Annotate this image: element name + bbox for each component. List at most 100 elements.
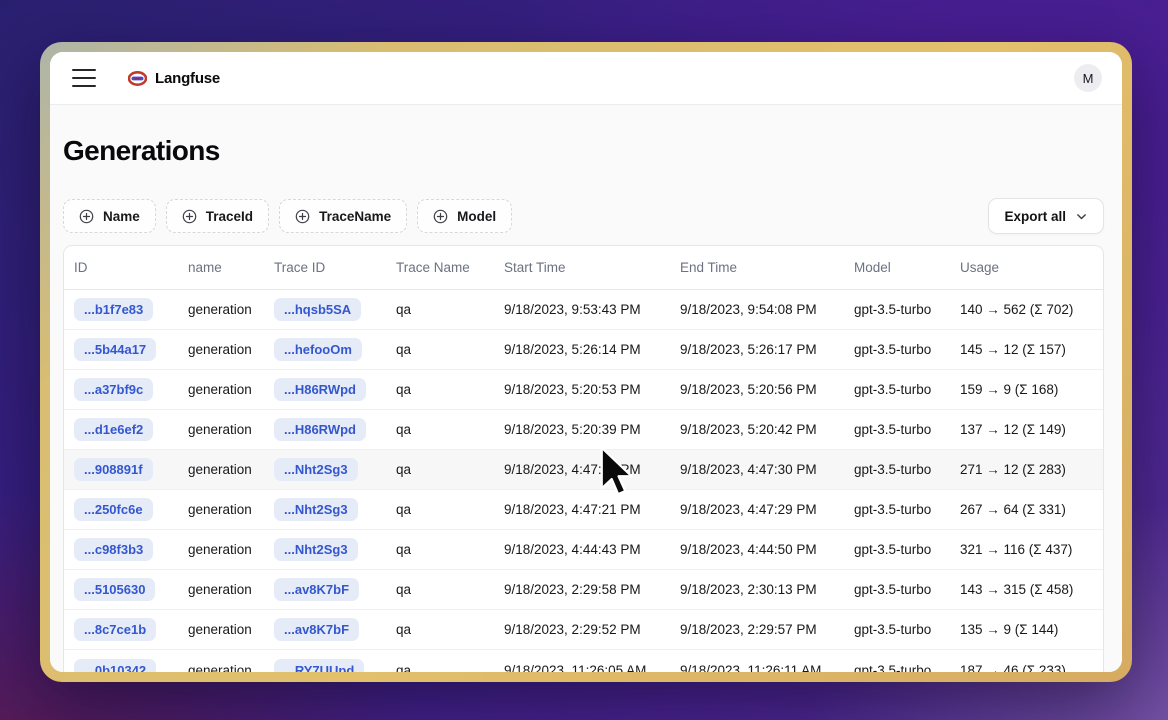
cell-model: gpt-3.5-turbo	[844, 382, 950, 397]
cell-start_time: 9/18/2023, 5:20:53 PM	[494, 382, 670, 397]
cell-trace_name: qa	[386, 582, 494, 597]
cell-start_time: 9/18/2023, 2:29:52 PM	[494, 622, 670, 637]
filter-chip-label: TraceName	[319, 209, 391, 224]
cell-name: generation	[178, 622, 264, 637]
cell-trace_name: qa	[386, 663, 494, 673]
id-badge[interactable]: ...8c7ce1b	[74, 618, 156, 641]
cell-model: gpt-3.5-turbo	[844, 342, 950, 357]
id-badge[interactable]: ...c98f3b3	[74, 538, 153, 561]
cell-start_time: 9/18/2023, 5:26:14 PM	[494, 342, 670, 357]
cell-name: generation	[178, 342, 264, 357]
id-badge[interactable]: ...b1f7e83	[74, 298, 153, 321]
id-badge[interactable]: ...5b44a17	[74, 338, 156, 361]
cell-usage: 145 → 12 (Σ 157)	[950, 342, 1103, 357]
export-all-button[interactable]: Export all	[988, 198, 1104, 234]
cell-name: generation	[178, 663, 264, 673]
trace-id-badge[interactable]: ...Nht2Sg3	[274, 458, 358, 481]
cell-start_time: 9/18/2023, 11:26:05 AM	[494, 663, 670, 673]
filter-chip[interactable]: Name	[63, 199, 156, 233]
cell-model: gpt-3.5-turbo	[844, 462, 950, 477]
cell-model: gpt-3.5-turbo	[844, 622, 950, 637]
trace-id-badge[interactable]: ...Nht2Sg3	[274, 498, 358, 521]
cell-id: ...a37bf9c	[64, 378, 178, 401]
id-badge[interactable]: ...0b10342	[74, 659, 156, 673]
trace-id-badge[interactable]: ...H86RWpd	[274, 378, 366, 401]
cell-usage: 187 → 46 (Σ 233)	[950, 663, 1103, 673]
column-header: Start Time	[494, 260, 670, 275]
column-header: Trace Name	[386, 260, 494, 275]
cell-id: ...250fc6e	[64, 498, 178, 521]
cell-model: gpt-3.5-turbo	[844, 582, 950, 597]
trace-id-badge[interactable]: ...hqsb5SA	[274, 298, 361, 321]
table-row[interactable]: ...5105630generation...av8K7bFqa9/18/202…	[64, 570, 1103, 610]
cell-name: generation	[178, 422, 264, 437]
trace-id-badge[interactable]: ...av8K7bF	[274, 618, 359, 641]
cell-usage: 159 → 9 (Σ 168)	[950, 382, 1103, 397]
trace-id-badge[interactable]: ...H86RWpd	[274, 418, 366, 441]
column-header: Model	[844, 260, 950, 275]
table-row[interactable]: ...a37bf9cgeneration...H86RWpdqa9/18/202…	[64, 370, 1103, 410]
table-row[interactable]: ...d1e6ef2 generation ...H86RWpd qa 9/18/202…	[64, 410, 1103, 450]
cell-start_time: 9/18/2023, 4:44:43 PM	[494, 542, 670, 557]
trace-id-badge[interactable]: ...Nht2Sg3	[274, 538, 358, 561]
cell-name: generation	[178, 502, 264, 517]
cell-trace_id: ...H86RWpd	[264, 418, 386, 441]
cell-id: ...b1f7e83	[64, 298, 178, 321]
desktop-background: { "window": { "brand": "Langfuse", "avat…	[0, 0, 1168, 720]
cell-usage: 143 → 315 (Σ 458)	[950, 582, 1103, 597]
cell-usage: 140 → 562 (Σ 702)	[950, 302, 1103, 317]
table-row[interactable]: ...0b10342generation...RY7UUpdqa9/18/202…	[64, 650, 1103, 672]
cell-usage: 137 → 12 (Σ 149)	[950, 422, 1103, 437]
table-row[interactable]: ...c98f3b3generation...Nht2Sg3qa9/18/202…	[64, 530, 1103, 570]
cell-model: gpt-3.5-turbo	[844, 422, 950, 437]
filter-chip[interactable]: TraceId	[166, 199, 269, 233]
cell-end_time: 9/18/2023, 2:30:13 PM	[670, 582, 844, 597]
cell-model: gpt-3.5-turbo	[844, 663, 950, 673]
column-header: Trace ID	[264, 260, 386, 275]
cell-trace_name: qa	[386, 342, 494, 357]
user-avatar[interactable]: M	[1074, 64, 1102, 92]
cell-usage: 271 → 12 (Σ 283)	[950, 462, 1103, 477]
cell-id: ...0b10342	[64, 659, 178, 673]
cell-trace_id: ...RY7UUpd	[264, 659, 386, 673]
filter-chip[interactable]: Model	[417, 199, 512, 233]
id-badge[interactable]: ...908891f	[74, 458, 153, 481]
filter-chip[interactable]: TraceName	[279, 199, 407, 233]
app-window-frame: Langfuse M Generations Name TraceId Trac…	[40, 42, 1132, 682]
id-badge[interactable]: ...a37bf9c	[74, 378, 153, 401]
table-row[interactable]: ...5b44a17 generation ...hefooOm qa9/18/202…	[64, 330, 1103, 370]
cell-model: gpt-3.5-turbo	[844, 302, 950, 317]
menu-icon[interactable]	[72, 69, 96, 87]
cell-trace_name: qa	[386, 422, 494, 437]
cell-end_time: 9/18/2023, 2:29:57 PM	[670, 622, 844, 637]
id-badge[interactable]: ...5105630	[74, 578, 155, 601]
table-row[interactable]: ...250fc6egeneration...Nht2Sg3qa9/18/202…	[64, 490, 1103, 530]
cell-usage: 135 → 9 (Σ 144)	[950, 622, 1103, 637]
cell-end_time: 9/18/2023, 11:26:11 AM	[670, 663, 844, 673]
cell-name: generation	[178, 462, 264, 477]
trace-id-badge[interactable]: ...av8K7bF	[274, 578, 359, 601]
column-header: name	[178, 260, 264, 275]
cell-trace_id: ...hefooOm	[264, 338, 386, 361]
filter-chip-label: Model	[457, 209, 496, 224]
cell-trace_name: qa	[386, 542, 494, 557]
table-row[interactable]: ...8c7ce1bgeneration...av8K7bFqa9/18/202…	[64, 610, 1103, 650]
cell-trace_name: qa	[386, 462, 494, 477]
cell-model: gpt-3.5-turbo	[844, 542, 950, 557]
id-badge[interactable]: ...d1e6ef2	[74, 418, 153, 441]
trace-id-badge[interactable]: ...RY7UUpd	[274, 659, 364, 673]
cell-end_time: 9/18/2023, 5:20:56 PM	[670, 382, 844, 397]
cell-usage: 321 → 116 (Σ 437)	[950, 542, 1103, 557]
cell-id: ...5b44a17	[64, 338, 178, 361]
cell-id: ...c98f3b3	[64, 538, 178, 561]
cell-end_time: 9/18/2023, 5:20:42 PM	[670, 422, 844, 437]
table-row[interactable]: ...908891fgeneration...Nht2Sg3qa9/18/202…	[64, 450, 1103, 490]
column-header: End Time	[670, 260, 844, 275]
trace-id-badge[interactable]: ...hefooOm	[274, 338, 362, 361]
column-header: Usage	[950, 260, 1103, 275]
plus-circle-icon	[79, 209, 94, 224]
generations-table: IDnameTrace IDTrace NameStart TimeEnd Ti…	[63, 245, 1104, 672]
table-row[interactable]: ...b1f7e83generation...hqsb5SAqa9/18/202…	[64, 290, 1103, 330]
cell-id: ...8c7ce1b	[64, 618, 178, 641]
id-badge[interactable]: ...250fc6e	[74, 498, 153, 521]
